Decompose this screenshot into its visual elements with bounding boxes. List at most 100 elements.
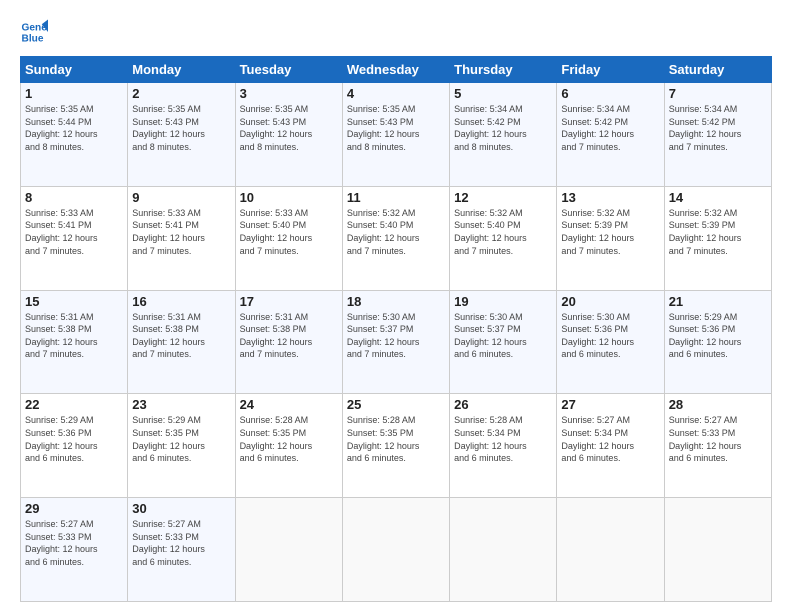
col-header-monday: Monday (128, 57, 235, 83)
day-number: 15 (25, 294, 123, 309)
day-cell-5: 5 Sunrise: 5:34 AMSunset: 5:42 PMDaylight… (450, 83, 557, 187)
logo: General Blue (20, 18, 52, 46)
day-number: 28 (669, 397, 767, 412)
day-detail: Sunrise: 5:34 AMSunset: 5:42 PMDaylight:… (454, 103, 552, 153)
day-number: 1 (25, 86, 123, 101)
empty-cell (342, 498, 449, 602)
day-number: 14 (669, 190, 767, 205)
day-detail: Sunrise: 5:33 AMSunset: 5:40 PMDaylight:… (240, 207, 338, 257)
empty-cell (235, 498, 342, 602)
day-detail: Sunrise: 5:35 AMSunset: 5:44 PMDaylight:… (25, 103, 123, 153)
day-cell-17: 17 Sunrise: 5:31 AMSunset: 5:38 PMDayligh… (235, 290, 342, 394)
day-detail: Sunrise: 5:35 AMSunset: 5:43 PMDaylight:… (132, 103, 230, 153)
col-header-friday: Friday (557, 57, 664, 83)
day-number: 23 (132, 397, 230, 412)
calendar-week-0: 1 Sunrise: 5:35 AMSunset: 5:44 PMDaylight… (21, 83, 772, 187)
day-detail: Sunrise: 5:29 AMSunset: 5:36 PMDaylight:… (669, 311, 767, 361)
day-detail: Sunrise: 5:31 AMSunset: 5:38 PMDaylight:… (25, 311, 123, 361)
day-cell-15: 15 Sunrise: 5:31 AMSunset: 5:38 PMDayligh… (21, 290, 128, 394)
svg-text:Blue: Blue (22, 33, 44, 44)
day-detail: Sunrise: 5:32 AMSunset: 5:39 PMDaylight:… (561, 207, 659, 257)
day-cell-2: 2 Sunrise: 5:35 AMSunset: 5:43 PMDaylight… (128, 83, 235, 187)
day-number: 3 (240, 86, 338, 101)
day-detail: Sunrise: 5:29 AMSunset: 5:36 PMDaylight:… (25, 414, 123, 464)
day-cell-1: 1 Sunrise: 5:35 AMSunset: 5:44 PMDaylight… (21, 83, 128, 187)
day-number: 10 (240, 190, 338, 205)
day-cell-6: 6 Sunrise: 5:34 AMSunset: 5:42 PMDaylight… (557, 83, 664, 187)
empty-cell (450, 498, 557, 602)
day-detail: Sunrise: 5:32 AMSunset: 5:40 PMDaylight:… (347, 207, 445, 257)
day-detail: Sunrise: 5:28 AMSunset: 5:34 PMDaylight:… (454, 414, 552, 464)
day-number: 8 (25, 190, 123, 205)
calendar-week-1: 8 Sunrise: 5:33 AMSunset: 5:41 PMDaylight… (21, 186, 772, 290)
day-number: 12 (454, 190, 552, 205)
day-number: 16 (132, 294, 230, 309)
calendar-week-4: 29Sunrise: 5:27 AMSunset: 5:33 PMDayligh… (21, 498, 772, 602)
day-cell-30: 30Sunrise: 5:27 AMSunset: 5:33 PMDayligh… (128, 498, 235, 602)
day-number: 6 (561, 86, 659, 101)
day-cell-3: 3 Sunrise: 5:35 AMSunset: 5:43 PMDaylight… (235, 83, 342, 187)
calendar-week-3: 22 Sunrise: 5:29 AMSunset: 5:36 PMDayligh… (21, 394, 772, 498)
day-number: 30 (132, 501, 230, 516)
day-cell-26: 26 Sunrise: 5:28 AMSunset: 5:34 PMDayligh… (450, 394, 557, 498)
day-number: 29 (25, 501, 123, 516)
day-cell-4: 4 Sunrise: 5:35 AMSunset: 5:43 PMDaylight… (342, 83, 449, 187)
day-detail: Sunrise: 5:32 AMSunset: 5:40 PMDaylight:… (454, 207, 552, 257)
day-detail: Sunrise: 5:35 AMSunset: 5:43 PMDaylight:… (347, 103, 445, 153)
day-cell-10: 10 Sunrise: 5:33 AMSunset: 5:40 PMDayligh… (235, 186, 342, 290)
day-detail: Sunrise: 5:30 AMSunset: 5:37 PMDaylight:… (347, 311, 445, 361)
day-detail: Sunrise: 5:27 AMSunset: 5:34 PMDaylight:… (561, 414, 659, 464)
day-number: 26 (454, 397, 552, 412)
day-number: 13 (561, 190, 659, 205)
day-detail: Sunrise: 5:29 AMSunset: 5:35 PMDaylight:… (132, 414, 230, 464)
calendar-week-2: 15 Sunrise: 5:31 AMSunset: 5:38 PMDayligh… (21, 290, 772, 394)
day-detail: Sunrise: 5:30 AMSunset: 5:37 PMDaylight:… (454, 311, 552, 361)
col-header-sunday: Sunday (21, 57, 128, 83)
day-cell-19: 19 Sunrise: 5:30 AMSunset: 5:37 PMDayligh… (450, 290, 557, 394)
day-cell-18: 18Sunrise: 5:30 AMSunset: 5:37 PMDayligh… (342, 290, 449, 394)
day-cell-29: 29Sunrise: 5:27 AMSunset: 5:33 PMDayligh… (21, 498, 128, 602)
page: General Blue SundayMondayTuesdayWednesda… (0, 0, 792, 612)
day-number: 24 (240, 397, 338, 412)
day-detail: Sunrise: 5:30 AMSunset: 5:36 PMDaylight:… (561, 311, 659, 361)
day-cell-28: 28Sunrise: 5:27 AMSunset: 5:33 PMDayligh… (664, 394, 771, 498)
calendar-header-row: SundayMondayTuesdayWednesdayThursdayFrid… (21, 57, 772, 83)
day-detail: Sunrise: 5:35 AMSunset: 5:43 PMDaylight:… (240, 103, 338, 153)
day-detail: Sunrise: 5:33 AMSunset: 5:41 PMDaylight:… (132, 207, 230, 257)
col-header-wednesday: Wednesday (342, 57, 449, 83)
empty-cell (664, 498, 771, 602)
day-cell-7: 7Sunrise: 5:34 AMSunset: 5:42 PMDaylight… (664, 83, 771, 187)
day-cell-9: 9 Sunrise: 5:33 AMSunset: 5:41 PMDaylight… (128, 186, 235, 290)
day-detail: Sunrise: 5:31 AMSunset: 5:38 PMDaylight:… (240, 311, 338, 361)
day-cell-25: 25 Sunrise: 5:28 AMSunset: 5:35 PMDayligh… (342, 394, 449, 498)
day-detail: Sunrise: 5:31 AMSunset: 5:38 PMDaylight:… (132, 311, 230, 361)
empty-cell (557, 498, 664, 602)
col-header-thursday: Thursday (450, 57, 557, 83)
day-detail: Sunrise: 5:34 AMSunset: 5:42 PMDaylight:… (561, 103, 659, 153)
day-cell-14: 14Sunrise: 5:32 AMSunset: 5:39 PMDayligh… (664, 186, 771, 290)
day-number: 5 (454, 86, 552, 101)
day-number: 4 (347, 86, 445, 101)
day-number: 19 (454, 294, 552, 309)
day-cell-20: 20 Sunrise: 5:30 AMSunset: 5:36 PMDayligh… (557, 290, 664, 394)
day-number: 22 (25, 397, 123, 412)
day-cell-8: 8 Sunrise: 5:33 AMSunset: 5:41 PMDaylight… (21, 186, 128, 290)
day-cell-13: 13 Sunrise: 5:32 AMSunset: 5:39 PMDayligh… (557, 186, 664, 290)
day-cell-22: 22 Sunrise: 5:29 AMSunset: 5:36 PMDayligh… (21, 394, 128, 498)
calendar-table: SundayMondayTuesdayWednesdayThursdayFrid… (20, 56, 772, 602)
day-number: 7 (669, 86, 767, 101)
day-number: 17 (240, 294, 338, 309)
day-cell-27: 27Sunrise: 5:27 AMSunset: 5:34 PMDayligh… (557, 394, 664, 498)
day-detail: Sunrise: 5:33 AMSunset: 5:41 PMDaylight:… (25, 207, 123, 257)
day-number: 9 (132, 190, 230, 205)
day-number: 25 (347, 397, 445, 412)
day-detail: Sunrise: 5:28 AMSunset: 5:35 PMDaylight:… (347, 414, 445, 464)
day-number: 21 (669, 294, 767, 309)
day-cell-21: 21 Sunrise: 5:29 AMSunset: 5:36 PMDayligh… (664, 290, 771, 394)
day-number: 20 (561, 294, 659, 309)
day-cell-16: 16 Sunrise: 5:31 AMSunset: 5:38 PMDayligh… (128, 290, 235, 394)
col-header-tuesday: Tuesday (235, 57, 342, 83)
day-number: 2 (132, 86, 230, 101)
header: General Blue (20, 18, 772, 46)
day-number: 11 (347, 190, 445, 205)
